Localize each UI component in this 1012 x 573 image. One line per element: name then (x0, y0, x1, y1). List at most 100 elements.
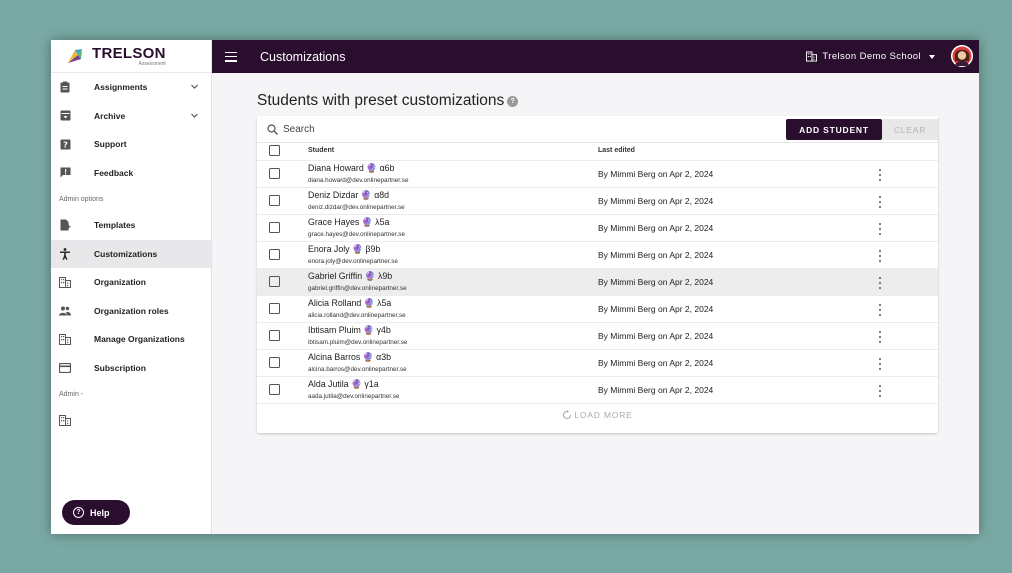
sidebar-item-customizations[interactable]: Customizations (51, 239, 211, 268)
student-email: alcina.barros@dev.onlinepartner.se (308, 366, 407, 373)
student-email: grace.hayes@dev.onlinepartner.se (308, 231, 405, 238)
last-edited: By Mimmi Berg on Apr 2, 2024 (598, 331, 714, 341)
row-checkbox[interactable] (269, 357, 280, 368)
feedback-icon (59, 167, 71, 179)
refresh-icon (563, 410, 572, 420)
clear-button[interactable]: CLEAR (882, 119, 938, 140)
sidebar-item-label: Customizations (94, 248, 158, 259)
student-name: Alicia Rolland 🔮 λ5a (308, 298, 392, 308)
sidebar-item-label: Organization (94, 277, 146, 288)
sidebar-item-label: Subscription (94, 362, 146, 373)
brand-name: TRELSON (92, 44, 166, 62)
student-name: Enora Joly 🔮 β9b (308, 244, 381, 254)
table-row[interactable]: Grace Hayes 🔮 λ5a grace.hayes@dev.online… (257, 215, 938, 242)
last-edited: By Mimmi Berg on Apr 2, 2024 (598, 385, 714, 395)
more-vert-icon[interactable] (876, 223, 884, 235)
sidebar-item-label: Support (94, 139, 127, 150)
building-icon (59, 333, 71, 345)
sidebar-item-subscription[interactable]: Subscription (51, 354, 211, 383)
more-vert-icon[interactable] (876, 196, 884, 208)
table-row[interactable]: Alicia Rolland 🔮 λ5a alicia.rolland@dev.… (257, 296, 938, 323)
row-checkbox[interactable] (269, 303, 280, 314)
sidebar-item-archive[interactable]: Archive (51, 102, 211, 131)
row-checkbox[interactable] (269, 330, 280, 341)
help-label: Help (90, 507, 110, 518)
add-student-button[interactable]: ADD STUDENT (786, 119, 882, 140)
student-name: Diana Howard 🔮 α6b (308, 163, 395, 173)
more-vert-icon[interactable] (876, 277, 884, 289)
sidebar-item-domains[interactable] (51, 406, 211, 435)
archive-icon (59, 110, 71, 122)
load-more-label: LOAD MORE (574, 410, 633, 420)
more-vert-icon[interactable] (876, 385, 884, 397)
chevron-down-icon[interactable] (190, 111, 199, 120)
hamburger-menu-icon[interactable] (225, 51, 237, 62)
student-email: deniz.dizdar@dev.onlinepartner.se (308, 204, 405, 211)
row-checkbox[interactable] (269, 168, 280, 179)
card-icon (59, 362, 71, 374)
table-row[interactable]: Alcina Barros 🔮 α3b alcina.barros@dev.on… (257, 350, 938, 377)
sidebar-item-support[interactable]: ? Support (51, 130, 211, 159)
sidebar: TRELSON Assessment Assignments Archive ?… (51, 40, 212, 534)
sidebar-item-templates[interactable]: Templates (51, 211, 211, 240)
brand-logo[interactable]: TRELSON Assessment (51, 40, 211, 73)
school-selector[interactable]: Trelson Demo School (806, 40, 935, 73)
student-email: alicia.rolland@dev.onlinepartner.se (308, 312, 406, 319)
table-row[interactable]: Diana Howard 🔮 α6b diana.howard@dev.onli… (257, 161, 938, 188)
clipboard-icon (59, 81, 71, 93)
user-avatar[interactable] (951, 45, 973, 67)
admin-options-heading: Admin options (59, 195, 104, 203)
more-vert-icon[interactable] (876, 331, 884, 343)
last-edited: By Mimmi Berg on Apr 2, 2024 (598, 169, 714, 179)
student-email: enora.joly@dev.onlinepartner.se (308, 258, 398, 265)
sidebar-item-organization[interactable]: Organization (51, 268, 211, 297)
building-icon (59, 414, 71, 426)
svg-text:?: ? (63, 140, 68, 149)
more-vert-icon[interactable] (876, 358, 884, 370)
chevron-down-icon[interactable] (190, 82, 199, 91)
column-header-student: Student (308, 147, 335, 154)
section-title: Students with preset customizations ? (257, 92, 519, 110)
table-header-row: Student Last edited (257, 143, 938, 161)
section-title-text: Students with preset customizations (257, 92, 505, 109)
school-name: Trelson Demo School (822, 51, 921, 62)
more-vert-icon[interactable] (876, 169, 884, 181)
row-checkbox[interactable] (269, 276, 280, 287)
table-row[interactable]: Enora Joly 🔮 β9b enora.joly@dev.onlinepa… (257, 242, 938, 269)
trelson-logo-icon (66, 47, 84, 65)
student-email: aada.jutila@dev.onlinepartner.se (308, 393, 400, 400)
brand-subtitle: Assessment (138, 60, 166, 67)
top-app-bar: Customizations Trelson Demo School (212, 40, 979, 73)
last-edited: By Mimmi Berg on Apr 2, 2024 (598, 304, 714, 314)
student-email: diana.howard@dev.onlinepartner.se (308, 177, 409, 184)
table-row[interactable]: Alda Jutila 🔮 γ1a aada.jutila@dev.online… (257, 377, 938, 404)
table-row[interactable]: Deniz Dizdar 🔮 α8d deniz.dizdar@dev.onli… (257, 188, 938, 215)
last-edited: By Mimmi Berg on Apr 2, 2024 (598, 358, 714, 368)
card-toolbar: ADD STUDENT CLEAR (257, 116, 938, 143)
column-header-last-edited: Last edited (598, 147, 635, 154)
search-input[interactable] (283, 123, 583, 135)
info-icon[interactable]: ? (507, 95, 519, 107)
sidebar-item-label: Organization roles (94, 305, 169, 316)
sidebar-item-label: Feedback (94, 167, 134, 178)
row-checkbox[interactable] (269, 195, 280, 206)
table-row[interactable]: Ibtisam Pluim 🔮 γ4b ibtisam.pluim@dev.on… (257, 323, 938, 350)
help-button[interactable]: ? Help (62, 500, 130, 525)
people-icon (59, 305, 71, 317)
table-row[interactable]: Gabriel Griffin 🔮 λ9b gabriel.griffin@de… (257, 269, 938, 296)
sidebar-item-feedback[interactable]: Feedback (51, 159, 211, 188)
sidebar-item-assignments[interactable]: Assignments (51, 73, 211, 102)
help-circle-icon: ? (73, 507, 84, 518)
app-window: TRELSON Assessment Assignments Archive ?… (51, 40, 979, 534)
load-more-button[interactable]: LOAD MORE (257, 404, 938, 426)
row-checkbox[interactable] (269, 222, 280, 233)
sidebar-item-organization-roles[interactable]: Organization roles (51, 297, 211, 326)
select-all-checkbox[interactable] (269, 145, 280, 156)
students-card: ADD STUDENT CLEAR Student Last edited Di… (257, 116, 938, 433)
row-checkbox[interactable] (269, 249, 280, 260)
row-checkbox[interactable] (269, 384, 280, 395)
sidebar-item-manage-organizations[interactable]: Manage Organizations (51, 325, 211, 354)
more-vert-icon[interactable] (876, 250, 884, 262)
more-vert-icon[interactable] (876, 304, 884, 316)
last-edited: By Mimmi Berg on Apr 2, 2024 (598, 223, 714, 233)
